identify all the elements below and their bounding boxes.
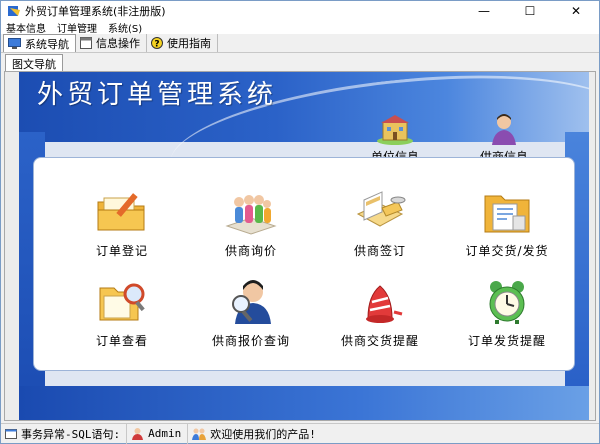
supplier-sign-label: 供商签订	[353, 244, 406, 258]
maximize-button[interactable]: ☐	[507, 1, 553, 21]
folder-document-icon	[484, 195, 530, 233]
monitor-icon	[8, 38, 21, 49]
menu-bar: 基本信息 订单管理 系统(S)	[1, 20, 599, 35]
status-welcome: 欢迎使用我们的产品!	[210, 427, 316, 441]
book-pen-icon	[356, 191, 406, 227]
users-icon	[192, 428, 207, 440]
status-user: Admin	[148, 427, 182, 440]
app-icon	[8, 6, 20, 16]
tab-system-navigation-label: 系统导航	[25, 37, 69, 51]
supplier-inquiry-label: 供商询价	[224, 244, 277, 258]
status-message: 事务异常-SQL语句:	[21, 427, 121, 441]
toolbar: 系统导航 信息操作 ? 使用指南	[1, 34, 599, 53]
help-icon: ?	[151, 37, 163, 49]
menu-basic-info[interactable]: 基本信息	[6, 20, 46, 35]
building-icon	[377, 115, 413, 145]
order-register-label: 订单登记	[95, 244, 148, 258]
close-button[interactable]: ✕	[553, 1, 599, 21]
sql-icon	[5, 428, 17, 439]
status-bar: 事务异常-SQL语句: Admin 欢迎使用我们的产品!	[1, 423, 599, 444]
tab-info-operation[interactable]: 信息操作	[76, 34, 147, 52]
supplier-quote-query-button[interactable]: 供商报价查询	[196, 278, 306, 349]
status-message-segment: 事务异常-SQL语句:	[1, 423, 128, 444]
folder-search-icon	[99, 283, 145, 321]
order-shipment-reminder-button[interactable]: 订单发货提醒	[452, 278, 562, 349]
people-group-icon	[225, 195, 277, 235]
svg-text:?: ?	[154, 40, 159, 50]
window-controls: — ☐ ✕	[461, 1, 599, 21]
folder-pencil-icon	[97, 193, 145, 231]
tab-user-guide[interactable]: ? 使用指南	[147, 34, 218, 52]
tab-system-navigation[interactable]: 系统导航	[3, 34, 76, 52]
tab-user-guide-label: 使用指南	[167, 37, 211, 50]
tab-info-operation-label: 信息操作	[96, 37, 140, 50]
supplier-inquiry-button[interactable]: 供商询价	[196, 188, 306, 259]
minimize-button[interactable]: —	[461, 1, 507, 21]
menu-system[interactable]: 系统(S)	[108, 20, 142, 35]
supplier-delivery-reminder-label: 供商交货提醒	[340, 334, 419, 348]
supplier-delivery-reminder-button[interactable]: 供商交货提醒	[325, 278, 435, 349]
alarm-bell-icon	[366, 285, 403, 323]
order-shipment-reminder-label: 订单发货提醒	[467, 334, 546, 348]
user-icon	[132, 428, 144, 440]
banner-footer	[19, 386, 589, 420]
order-delivery-label: 订单交货/发货	[465, 244, 549, 258]
order-register-button[interactable]: 订单登记	[67, 188, 177, 259]
navigation-banner: 外贸订单管理系统 单位信息 供商信息	[19, 72, 589, 420]
alarm-clock-icon	[489, 281, 525, 324]
main-content: 外贸订单管理系统 单位信息 供商信息	[4, 71, 596, 421]
person-magnifier-icon	[232, 280, 271, 324]
menu-order-management[interactable]: 订单管理	[57, 20, 97, 35]
status-user-segment: Admin	[127, 423, 189, 444]
banner-title: 外贸订单管理系统	[37, 80, 278, 110]
order-delivery-button[interactable]: 订单交货/发货	[452, 188, 562, 259]
app-window: 外贸订单管理系统(非注册版) — ☐ ✕ 基本信息 订单管理 系统(S) 系统导…	[0, 0, 600, 444]
window-title: 外贸订单管理系统(非注册版)	[25, 5, 166, 18]
order-view-button[interactable]: 订单查看	[67, 278, 177, 349]
order-view-label: 订单查看	[95, 334, 148, 348]
supplier-quote-query-label: 供商报价查询	[211, 334, 290, 348]
supplier-sign-button[interactable]: 供商签订	[325, 188, 435, 259]
function-panel: 订单登记 供商询价 供商签订 订单交货/发货 订单查看 供商报价查询 供商交货提…	[33, 157, 575, 371]
window-icon	[80, 37, 92, 49]
tab-graphic-navigation[interactable]: 图文导航	[5, 54, 63, 71]
person-icon	[492, 114, 516, 145]
status-welcome-segment: 欢迎使用我们的产品!	[188, 424, 322, 444]
title-bar: 外贸订单管理系统(非注册版) — ☐ ✕	[1, 1, 599, 21]
